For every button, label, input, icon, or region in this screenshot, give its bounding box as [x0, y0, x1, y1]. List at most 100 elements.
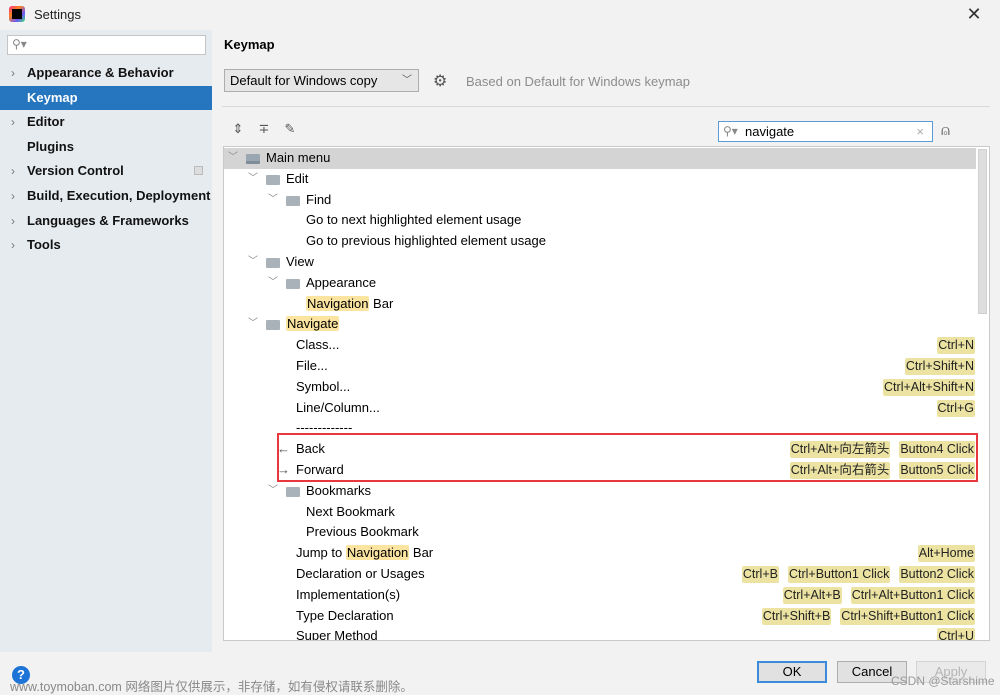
expand-all-icon[interactable]: ⇕ [230, 121, 246, 137]
sidebar-item-tools[interactable]: › Tools [0, 233, 212, 258]
gear-icon[interactable]: ⚙ [433, 71, 447, 91]
chevron-down-icon[interactable]: ﹀ [268, 481, 278, 502]
tree-group-row[interactable]: ﹀ Edit [224, 169, 976, 190]
tree-action-row[interactable]: Jump to Navigation Bar Alt+Home [224, 543, 976, 564]
sidebar-item-plugins[interactable]: Plugins [0, 135, 212, 160]
tree-row-label: Jump to Navigation Bar [296, 543, 433, 564]
intellij-logo-icon [9, 6, 25, 22]
tree-row-label: Navigation Bar [306, 294, 393, 315]
tree-group-row[interactable]: ﹀ Navigate [224, 314, 976, 335]
sidebar-item-languages-frameworks[interactable]: › Languages & Frameworks [0, 209, 212, 234]
tree-action-row[interactable]: Next Bookmark [224, 502, 976, 523]
project-level-icon [194, 166, 203, 176]
chevron-down-icon[interactable]: ﹀ [268, 273, 278, 294]
shortcut-badge: Ctrl+Shift+N [904, 358, 975, 375]
tree-row-label: Appearance [306, 273, 376, 294]
tree-action-row[interactable]: Previous Bookmark [224, 522, 976, 543]
label-text: Next Bookmark [306, 503, 395, 519]
tree-row-label: File... [296, 356, 328, 377]
chevron-right-icon[interactable]: › [11, 61, 15, 86]
label-text: Line/Column... [296, 399, 380, 415]
label-text: Type Declaration [296, 607, 394, 623]
tree-group-row[interactable]: ﹀ Appearance [224, 273, 976, 294]
chevron-down-icon[interactable]: ﹀ [248, 314, 258, 335]
clear-icon[interactable]: × [916, 122, 924, 141]
tree-action-row[interactable]: Symbol... Ctrl+Alt+Shift+N [224, 377, 976, 398]
shortcut-badge: Ctrl+Alt+B [782, 586, 842, 604]
tree-action-row[interactable]: Class... Ctrl+N [224, 335, 976, 356]
label-text: Appearance [306, 274, 377, 290]
ok-button[interactable]: OK [757, 661, 827, 683]
shortcut-badge: Ctrl+Alt+Shift+N [883, 378, 975, 396]
tree-row-label: Main menu [266, 148, 330, 169]
action-search-input[interactable]: ⚲▾ navigate × [718, 121, 933, 142]
chevron-down-icon[interactable]: ﹀ [228, 148, 238, 169]
folder-icon [266, 258, 280, 268]
search-match-highlight: Navigation [345, 545, 410, 561]
edit-icon[interactable]: ✎ [282, 121, 298, 137]
tree-action-row[interactable]: Implementation(s) Ctrl+Alt+B Ctrl+Alt+Butt… [224, 585, 976, 606]
tree-action-row[interactable]: Declaration or Usages Ctrl+B Ctrl+Button1 … [224, 564, 976, 585]
label-text: Bar [409, 545, 434, 561]
tree-action-row[interactable]: File... Ctrl+Shift+N [224, 356, 976, 377]
label-text: View [286, 254, 314, 269]
main-menu-icon [246, 154, 260, 164]
chevron-right-icon[interactable]: › [11, 110, 15, 135]
sidebar-item-label: Appearance & Behavior [27, 65, 174, 80]
tree-action-row[interactable]: Line/Column... Ctrl+G [224, 398, 976, 419]
chevron-right-icon[interactable]: › [11, 233, 15, 258]
tree-action-row[interactable]: Go to next highlighted element usage [224, 210, 976, 231]
search-match-highlight: Navigation [306, 295, 370, 311]
scrollbar-thumb[interactable] [978, 149, 987, 314]
tree-toolbar: ⇕ ∓ ✎ [230, 121, 298, 137]
chevron-down-icon[interactable]: ﹀ [268, 190, 278, 211]
tree-action-row[interactable]: Go to previous highlighted element usage [224, 231, 976, 252]
collapse-all-icon[interactable]: ∓ [256, 121, 272, 137]
chevron-down-icon[interactable]: ﹀ [248, 169, 258, 190]
shortcut-list: Alt+Home [917, 543, 975, 563]
scrollbar[interactable] [977, 147, 989, 640]
arrow-right-icon: → [277, 462, 290, 477]
tree-group-row[interactable]: ﹀ Bookmarks [224, 481, 976, 502]
tree-action-row[interactable]: Navigation Bar [224, 294, 976, 315]
chevron-down-icon: ﹀ [402, 75, 412, 86]
chevron-down-icon[interactable]: ﹀ [248, 252, 258, 273]
shortcut-badge: Ctrl+G [936, 399, 975, 417]
tree-action-row[interactable]: Type Declaration Ctrl+Shift+B Ctrl+Shift+B… [224, 606, 976, 627]
tree-action-row[interactable]: ← Back Ctrl+Alt+向左箭头 Button4 Click [224, 439, 976, 460]
tree-group-row[interactable]: ﹀ Find [224, 190, 976, 211]
chevron-right-icon[interactable]: › [11, 159, 15, 184]
settings-sidebar: ⚲▾ › Appearance & Behavior Keymap › Editor Pl… [0, 30, 212, 652]
label-text: Back [296, 441, 325, 457]
tree-row-label: Navigate [286, 314, 340, 335]
close-icon[interactable]: ✕ [964, 4, 984, 24]
chevron-right-icon[interactable]: › [11, 184, 15, 209]
sidebar-search-input[interactable]: ⚲▾ [7, 35, 206, 55]
action-search-value: navigate [745, 124, 795, 139]
shortcut-badge: Ctrl+Alt+Button1 Click [850, 586, 975, 604]
label-text: Symbol... [296, 378, 351, 394]
folder-icon [266, 320, 280, 331]
sidebar-item-label: Languages & Frameworks [27, 212, 189, 228]
keymap-dropdown[interactable]: Default for Windows copy ﹀ [224, 69, 419, 92]
sidebar-item-label: Keymap [27, 89, 78, 105]
folder-icon [266, 174, 280, 185]
search-icon: ⚲▾ [723, 124, 738, 138]
tree-group-row[interactable]: ﹀ View [224, 252, 976, 273]
shortcut-list: Ctrl+Alt+B Ctrl+Alt+Button1 Click [782, 585, 975, 604]
tree-action-row[interactable]: Super Method Ctrl+U [224, 626, 976, 640]
sidebar-item-appearance-behavior[interactable]: › Appearance & Behavior [0, 61, 212, 86]
sidebar-item-editor[interactable]: › Editor [0, 110, 212, 135]
sidebar-item-keymap[interactable]: Keymap [0, 85, 212, 111]
tree-row-label: Go to next highlighted element usage [306, 210, 521, 231]
tree-action-row[interactable]: → Forward Ctrl+Alt+向右箭头 Button5 Click [224, 460, 976, 481]
tree-row-label: Edit [286, 169, 308, 190]
label-text: File... [296, 358, 328, 373]
chevron-right-icon[interactable]: › [11, 209, 15, 234]
window-title: Settings [34, 7, 81, 22]
find-by-shortcut-icon[interactable]: ⍝ [941, 122, 950, 139]
tree-group-row[interactable]: ﹀ Main menu [224, 148, 976, 169]
sidebar-item-build-execution-deployment[interactable]: › Build, Execution, Deployment [0, 184, 212, 209]
tree-action-row[interactable]: ------------- [224, 418, 976, 439]
sidebar-item-version-control[interactable]: › Version Control [0, 159, 212, 184]
